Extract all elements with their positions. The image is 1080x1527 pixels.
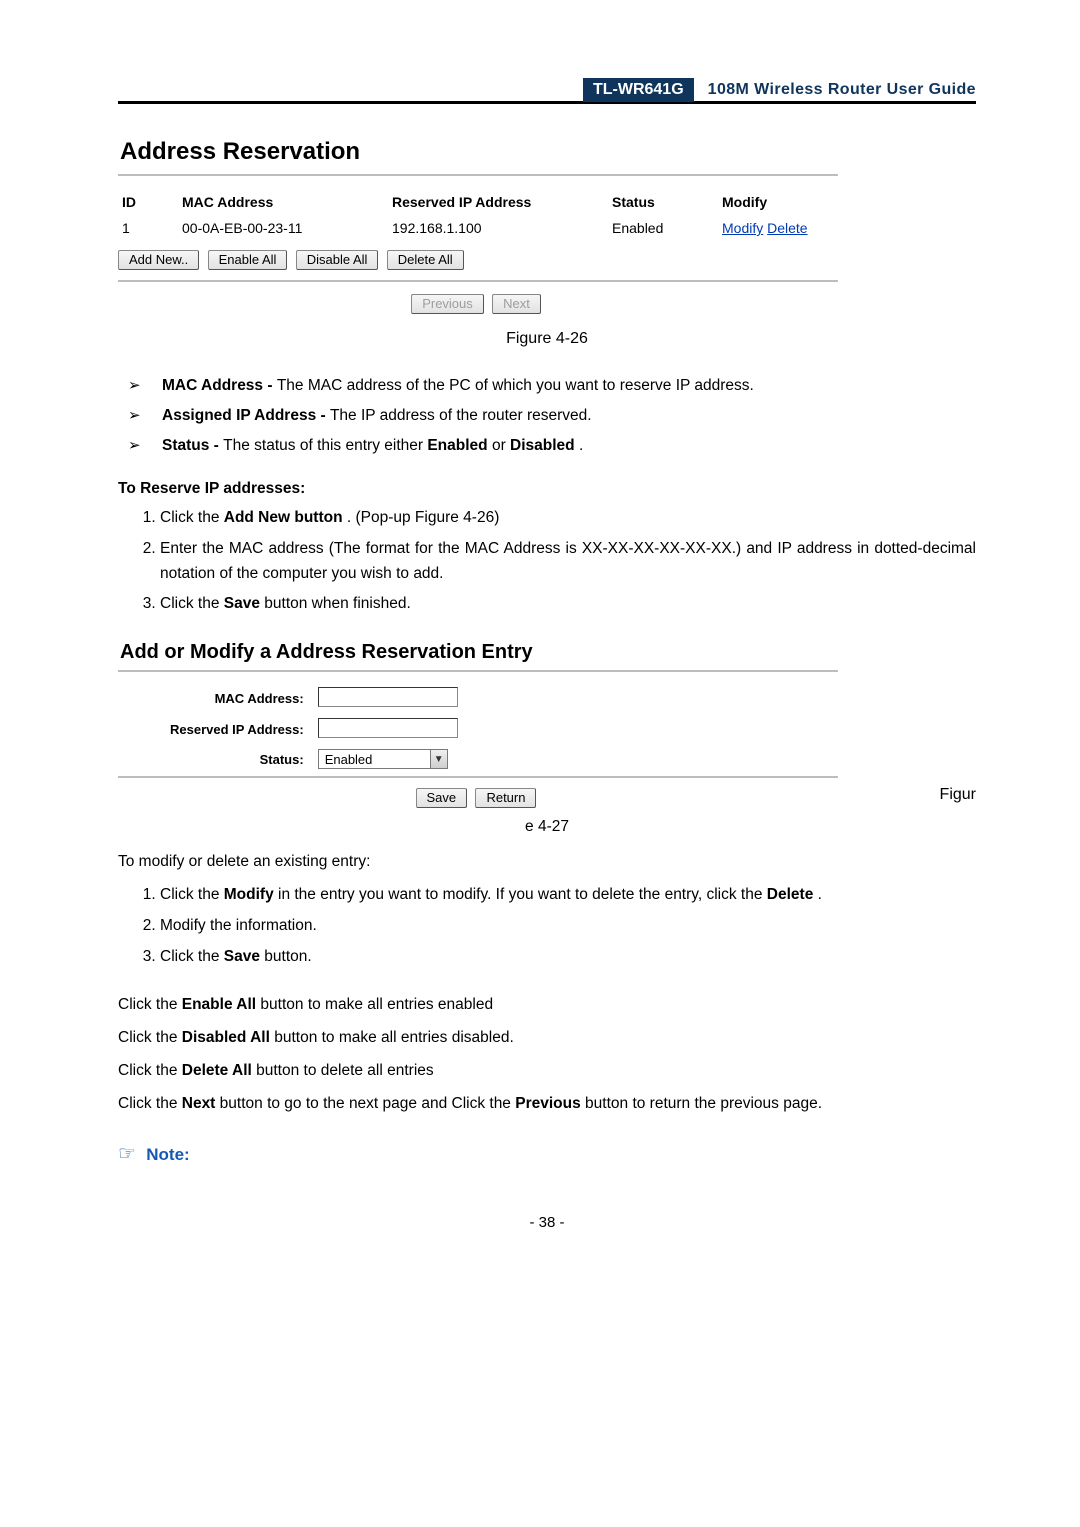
enabled-word: Enabled <box>427 437 487 454</box>
list-item: MAC Address - The MAC address of the PC … <box>128 374 976 398</box>
list-item: Status - The status of this entry either… <box>128 434 976 458</box>
modify-link[interactable]: Modify <box>722 220 763 236</box>
cell-id: 1 <box>118 216 178 242</box>
term: MAC Address - <box>162 377 277 394</box>
modify-steps: Click the Modify in the entry you want t… <box>132 883 976 969</box>
mac-label: MAC Address: <box>164 684 310 713</box>
text: Click the Delete All button to delete al… <box>118 1059 976 1084</box>
chevron-down-icon: ▼ <box>430 750 447 768</box>
fig2-caption: e 4-27 <box>118 818 976 836</box>
cell-mac: 00-0A-EB-00-23-11 <box>178 216 388 242</box>
cell-ip: 192.168.1.100 <box>388 216 608 242</box>
fig1-heading: Address Reservation <box>120 138 838 166</box>
fig2-caption-side: Figur <box>940 786 976 804</box>
bold: Delete All <box>182 1062 252 1079</box>
bold: Save <box>224 595 260 612</box>
col-mac: MAC Address <box>178 190 388 216</box>
list-item: Click the Save button. <box>160 945 976 970</box>
definition: The IP address of the router reserved. <box>330 407 592 424</box>
model-badge: TL-WR641G <box>583 78 694 102</box>
ip-input[interactable] <box>318 718 458 738</box>
ip-label: Reserved IP Address: <box>164 715 310 744</box>
list-item: Click the Modify in the entry you want t… <box>160 883 976 908</box>
add-new-button[interactable]: Add New.. <box>118 250 199 270</box>
note: ☞ Note: <box>118 1141 976 1166</box>
form-table: MAC Address: Reserved IP Address: Status… <box>162 682 466 774</box>
list-item: Enter the MAC address (The format for th… <box>160 537 976 587</box>
list-item: Modify the information. <box>160 914 976 939</box>
modify-intro: To modify or delete an existing entry: <box>118 850 976 875</box>
rule <box>118 174 838 176</box>
status-label: Status: <box>164 746 310 772</box>
delete-all-button[interactable]: Delete All <box>387 250 464 270</box>
definition: The status of this entry either <box>223 437 427 454</box>
text: Click the Next button to go to the next … <box>118 1092 976 1117</box>
list-item: Assigned IP Address - The IP address of … <box>128 404 976 428</box>
list-item: Click the Add New button . (Pop-up Figur… <box>160 506 976 531</box>
guide-title: 108M Wireless Router User Guide <box>708 81 976 99</box>
definition: The MAC address of the PC of which you w… <box>277 377 754 394</box>
text: Click the Enable All button to make all … <box>118 993 976 1018</box>
delete-link[interactable]: Delete <box>767 220 807 236</box>
page-number: - 38 - <box>118 1214 976 1231</box>
term: Assigned IP Address - <box>162 407 330 424</box>
list-item: Click the Save button when finished. <box>160 592 976 617</box>
previous-button[interactable]: Previous <box>411 294 484 314</box>
reserve-heading: To Reserve IP addresses: <box>118 480 976 498</box>
term: Status - <box>162 437 223 454</box>
bold: Previous <box>515 1095 580 1112</box>
definition-list: MAC Address - The MAC address of the PC … <box>128 374 976 458</box>
fig2-heading: Add or Modify a Address Reservation Entr… <box>120 641 838 664</box>
save-button[interactable]: Save <box>416 788 468 808</box>
button-row-1: Add New.. Enable All Disable All Delete … <box>118 250 838 270</box>
text: Click the Disabled All button to make al… <box>118 1026 976 1051</box>
cell-modify: Modify Delete <box>718 216 838 242</box>
save-row: Save Return <box>118 788 838 808</box>
col-modify: Modify <box>718 190 838 216</box>
reserve-steps: Click the Add New button . (Pop-up Figur… <box>132 506 976 617</box>
bold: Disabled All <box>182 1029 270 1046</box>
status-value: Enabled <box>325 752 373 767</box>
document-page: TL-WR641G 108M Wireless Router User Guid… <box>0 0 1080 1527</box>
reservation-table: ID MAC Address Reserved IP Address Statu… <box>118 190 838 242</box>
rule <box>118 670 838 672</box>
cell-status: Enabled <box>608 216 718 242</box>
disabled-word: Disabled <box>510 437 575 454</box>
button-row-2: Previous Next <box>118 294 838 314</box>
enable-all-button[interactable]: Enable All <box>208 250 288 270</box>
bold: Next <box>182 1095 216 1112</box>
figure-address-reservation: Address Reservation ID MAC Address Reser… <box>118 138 838 314</box>
bold: Add New button <box>224 509 343 526</box>
status-select[interactable]: Enabled ▼ <box>318 749 448 769</box>
figure-add-modify: Add or Modify a Address Reservation Entr… <box>118 641 838 808</box>
table-head: ID MAC Address Reserved IP Address Statu… <box>118 190 838 216</box>
table-row: 1 00-0A-EB-00-23-11 192.168.1.100 Enable… <box>118 216 838 242</box>
page-header: TL-WR641G 108M Wireless Router User Guid… <box>118 78 976 104</box>
button-explanations: Click the Enable All button to make all … <box>118 993 976 1116</box>
rule <box>118 280 838 282</box>
col-ip: Reserved IP Address <box>388 190 608 216</box>
bold: Save <box>224 948 260 965</box>
col-status: Status <box>608 190 718 216</box>
hand-icon: ☞ <box>118 1143 136 1165</box>
return-button[interactable]: Return <box>475 788 536 808</box>
mac-input[interactable] <box>318 687 458 707</box>
next-button[interactable]: Next <box>492 294 541 314</box>
bold: Modify <box>224 886 274 903</box>
bold: Enable All <box>182 996 256 1013</box>
figure1-caption: Figure 4-26 <box>187 330 907 348</box>
note-label: Note: <box>146 1145 189 1164</box>
rule <box>118 776 838 778</box>
col-id: ID <box>118 190 178 216</box>
disable-all-button[interactable]: Disable All <box>296 250 379 270</box>
bold: Delete <box>767 886 814 903</box>
